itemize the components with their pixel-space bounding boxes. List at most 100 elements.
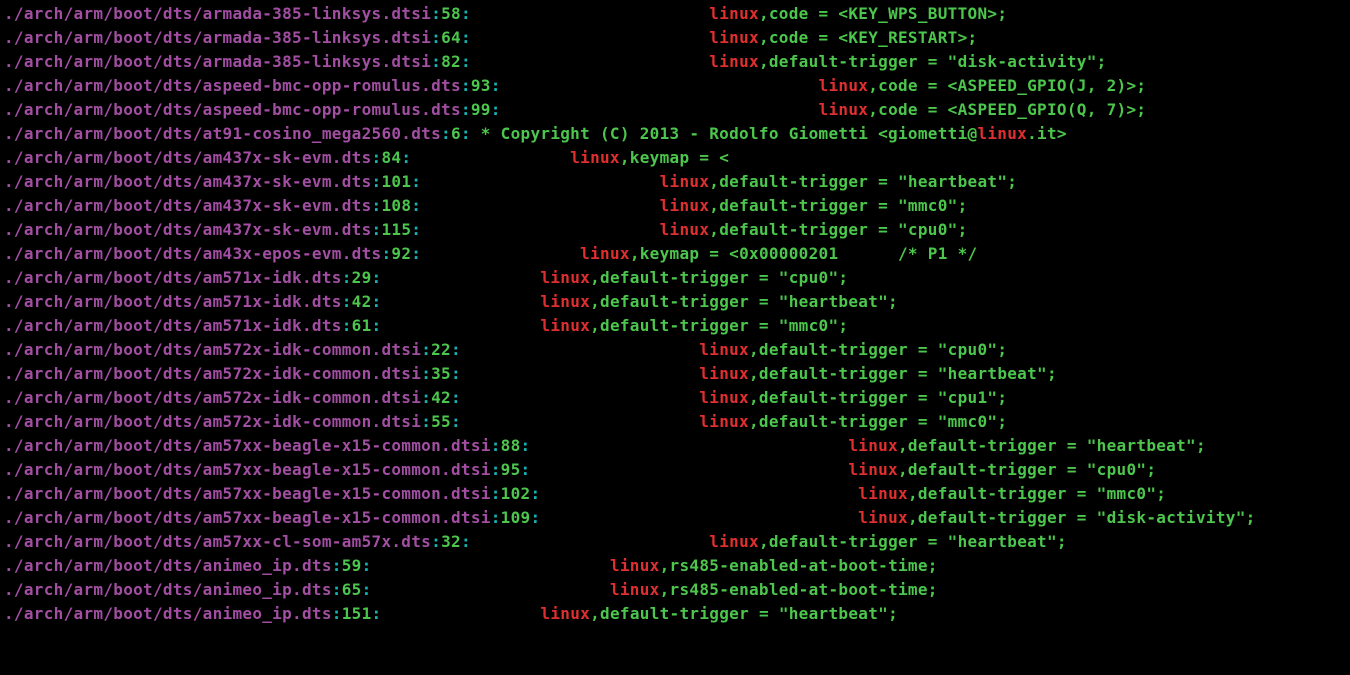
separator-colon: : <box>491 100 501 119</box>
grep-match: linux <box>858 484 908 503</box>
matched-line-text: ,default-trigger = "heartbeat"; <box>898 436 1206 455</box>
grep-result-line: ./arch/arm/boot/dts/am572x-idk-common.dt… <box>4 338 1346 362</box>
matched-line-text: ,rs485-enabled-at-boot-time; <box>660 580 938 599</box>
separator-colon: : <box>411 220 421 239</box>
matched-line-text <box>381 604 540 623</box>
line-number: 42 <box>352 292 372 311</box>
file-path: ./arch/arm/boot/dts/am437x-sk-evm.dts <box>4 148 372 167</box>
separator-colon: : <box>451 340 461 359</box>
matched-line-text: ,default-trigger = "mmc0"; <box>590 316 848 335</box>
grep-result-line: ./arch/arm/boot/dts/armada-385-linksys.d… <box>4 2 1346 26</box>
separator-colon: : <box>421 412 431 431</box>
separator-colon: : <box>461 100 471 119</box>
separator-colon: : <box>362 556 372 575</box>
line-number: 64 <box>441 28 461 47</box>
grep-result-line: ./arch/arm/boot/dts/animeo_ip.dts:59: li… <box>4 554 1346 578</box>
grep-match: linux <box>709 52 759 71</box>
matched-line-text <box>540 484 858 503</box>
matched-line-text: .it> <box>1027 124 1067 143</box>
separator-colon: : <box>491 508 501 527</box>
line-number: 6 <box>451 124 461 143</box>
grep-result-line: ./arch/arm/boot/dts/am571x-idk.dts:29: l… <box>4 266 1346 290</box>
grep-result-line: ./arch/arm/boot/dts/am43x-epos-evm.dts:9… <box>4 242 1346 266</box>
separator-colon: : <box>431 4 441 23</box>
matched-line-text: ,default-trigger = "disk-activity"; <box>759 52 1107 71</box>
grep-result-line: ./arch/arm/boot/dts/am57xx-beagle-x15-co… <box>4 458 1346 482</box>
matched-line-text <box>530 436 848 455</box>
line-number: 58 <box>441 4 461 23</box>
file-path: ./arch/arm/boot/dts/am571x-idk.dts <box>4 268 342 287</box>
line-number: 102 <box>501 484 531 503</box>
separator-colon: : <box>431 532 441 551</box>
matched-line-text: ,default-trigger = "mmc0"; <box>709 196 967 215</box>
matched-line-text <box>461 388 699 407</box>
line-number: 99 <box>471 100 491 119</box>
line-number: 109 <box>501 508 531 527</box>
line-number: 88 <box>501 436 521 455</box>
separator-colon: : <box>411 244 421 263</box>
separator-colon: : <box>372 196 382 215</box>
file-path: ./arch/arm/boot/dts/armada-385-linksys.d… <box>4 28 431 47</box>
terminal-output[interactable]: ./arch/arm/boot/dts/armada-385-linksys.d… <box>0 0 1350 628</box>
file-path: ./arch/arm/boot/dts/animeo_ip.dts <box>4 556 332 575</box>
file-path: ./arch/arm/boot/dts/am43x-epos-evm.dts <box>4 244 381 263</box>
grep-result-line: ./arch/arm/boot/dts/at91-cosino_mega2560… <box>4 122 1346 146</box>
separator-colon: : <box>372 604 382 623</box>
grep-result-line: ./arch/arm/boot/dts/am437x-sk-evm.dts:11… <box>4 218 1346 242</box>
file-path: ./arch/arm/boot/dts/am572x-idk-common.dt… <box>4 412 421 431</box>
grep-match: linux <box>610 556 660 575</box>
matched-line-text: ,code = <ASPEED_GPIO(Q, 7)>; <box>868 100 1146 119</box>
matched-line-text <box>372 580 610 599</box>
matched-line-text <box>411 148 570 167</box>
matched-line-text <box>372 556 610 575</box>
line-number: 61 <box>352 316 372 335</box>
grep-match: linux <box>699 364 749 383</box>
grep-match: linux <box>540 604 590 623</box>
grep-match: linux <box>610 580 660 599</box>
matched-line-text <box>540 508 858 527</box>
grep-match: linux <box>848 436 898 455</box>
separator-colon: : <box>451 364 461 383</box>
line-number: 29 <box>352 268 372 287</box>
grep-result-line: ./arch/arm/boot/dts/am572x-idk-common.dt… <box>4 362 1346 386</box>
matched-line-text <box>421 244 580 263</box>
separator-colon: : <box>372 172 382 191</box>
matched-line-text: ,rs485-enabled-at-boot-time; <box>660 556 938 575</box>
line-number: 65 <box>342 580 362 599</box>
matched-line-text: ,code = <KEY_WPS_BUTTON>; <box>759 4 1007 23</box>
separator-colon: : <box>491 460 501 479</box>
file-path: ./arch/arm/boot/dts/am572x-idk-common.dt… <box>4 340 421 359</box>
matched-line-text <box>471 4 709 23</box>
grep-match: linux <box>570 148 620 167</box>
separator-colon: : <box>451 388 461 407</box>
line-number: 35 <box>431 364 451 383</box>
file-path: ./arch/arm/boot/dts/armada-385-linksys.d… <box>4 4 431 23</box>
file-path: ./arch/arm/boot/dts/aspeed-bmc-opp-romul… <box>4 76 461 95</box>
grep-match: linux <box>660 196 710 215</box>
separator-colon: : <box>332 556 342 575</box>
separator-colon: : <box>411 172 421 191</box>
line-number: 108 <box>381 196 411 215</box>
matched-line-text: ,keymap = <0x00000201 /* P1 */ <box>630 244 978 263</box>
line-number: 32 <box>441 532 461 551</box>
grep-match: linux <box>660 220 710 239</box>
matched-line-text <box>421 196 659 215</box>
separator-colon: : <box>372 268 382 287</box>
line-number: 59 <box>342 556 362 575</box>
line-number: 42 <box>431 388 451 407</box>
file-path: ./arch/arm/boot/dts/armada-385-linksys.d… <box>4 52 431 71</box>
separator-colon: : <box>461 4 471 23</box>
grep-result-line: ./arch/arm/boot/dts/am57xx-beagle-x15-co… <box>4 434 1346 458</box>
line-number: 92 <box>391 244 411 263</box>
separator-colon: : <box>431 28 441 47</box>
matched-line-text <box>501 100 819 119</box>
file-path: ./arch/arm/boot/dts/am437x-sk-evm.dts <box>4 196 372 215</box>
grep-result-line: ./arch/arm/boot/dts/am57xx-beagle-x15-co… <box>4 506 1346 530</box>
matched-line-text: ,default-trigger = "cpu0"; <box>590 268 848 287</box>
separator-colon: : <box>372 316 382 335</box>
separator-colon: : <box>421 388 431 407</box>
matched-line-text: ,default-trigger = "disk-activity"; <box>908 508 1256 527</box>
separator-colon: : <box>342 316 352 335</box>
separator-colon: : <box>401 148 411 167</box>
matched-line-text: ,keymap = < <box>620 148 729 167</box>
